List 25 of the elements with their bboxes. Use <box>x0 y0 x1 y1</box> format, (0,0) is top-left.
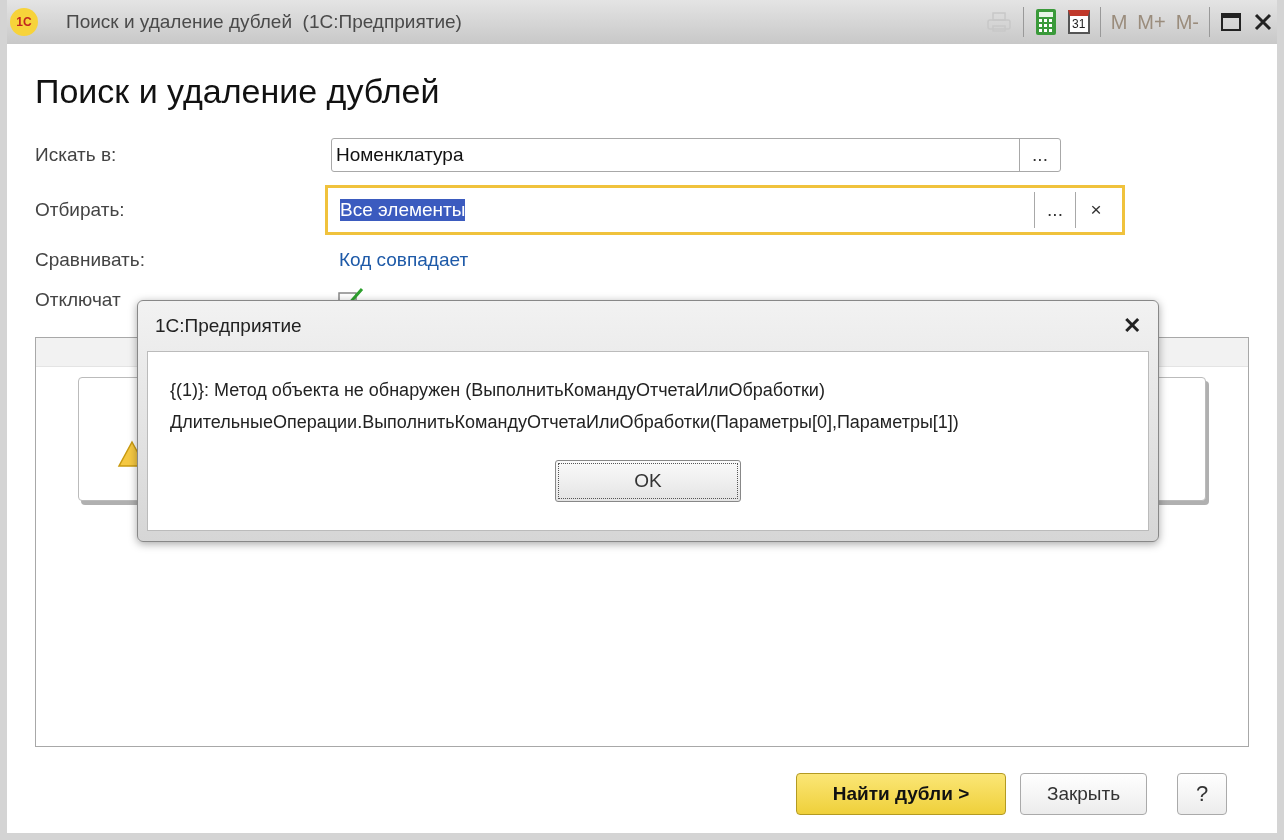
find-button[interactable]: Найти дубли > <box>796 773 1006 815</box>
calculator-icon[interactable] <box>1033 8 1058 36</box>
compare-link[interactable]: Код совпадает <box>339 249 1249 271</box>
error-message: ДлительныеОперации.ВыполнитьКомандуОтчетаИлиОбработки(Параметры[0],Параметры[1]) <box>170 411 960 434</box>
field-label: Сравнивать: <box>35 249 146 271</box>
help-button[interactable]: ? <box>1177 773 1227 815</box>
window-title: Поиск и удаление дублей (1С:Предприятие) <box>66 11 462 33</box>
choose-button[interactable]: ... <box>1019 139 1060 171</box>
clear-button[interactable]: × <box>1075 192 1116 228</box>
ok-button[interactable]: OK <box>555 460 741 502</box>
input-field[interactable]: Номенклатура ... <box>331 138 1061 172</box>
close-button[interactable]: ✕ <box>1123 313 1141 339</box>
close-button[interactable]: Закрыть <box>1020 773 1147 815</box>
choose-button[interactable]: ... <box>1034 192 1075 228</box>
dialog-title: 1С:Предприятие <box>155 315 302 337</box>
input-field[interactable]: Все элементы ... × <box>325 185 1125 235</box>
error-message: {(1)}: Метод объекта не обнаружен (ВыполнитьКомандуОтчетаИлиОбработки) <box>170 379 826 402</box>
form-heading: Поиск и удаление дублей <box>35 72 441 111</box>
field-label: Отключат <box>35 289 122 311</box>
calendar-icon[interactable]: 31 <box>1067 10 1090 34</box>
field-label: Отбирать: <box>35 199 126 221</box>
logo: 1С <box>10 8 38 36</box>
close-icon[interactable] <box>1252 11 1274 33</box>
field-label: Искать в: <box>35 144 118 166</box>
maximize-icon[interactable] <box>1220 11 1242 33</box>
